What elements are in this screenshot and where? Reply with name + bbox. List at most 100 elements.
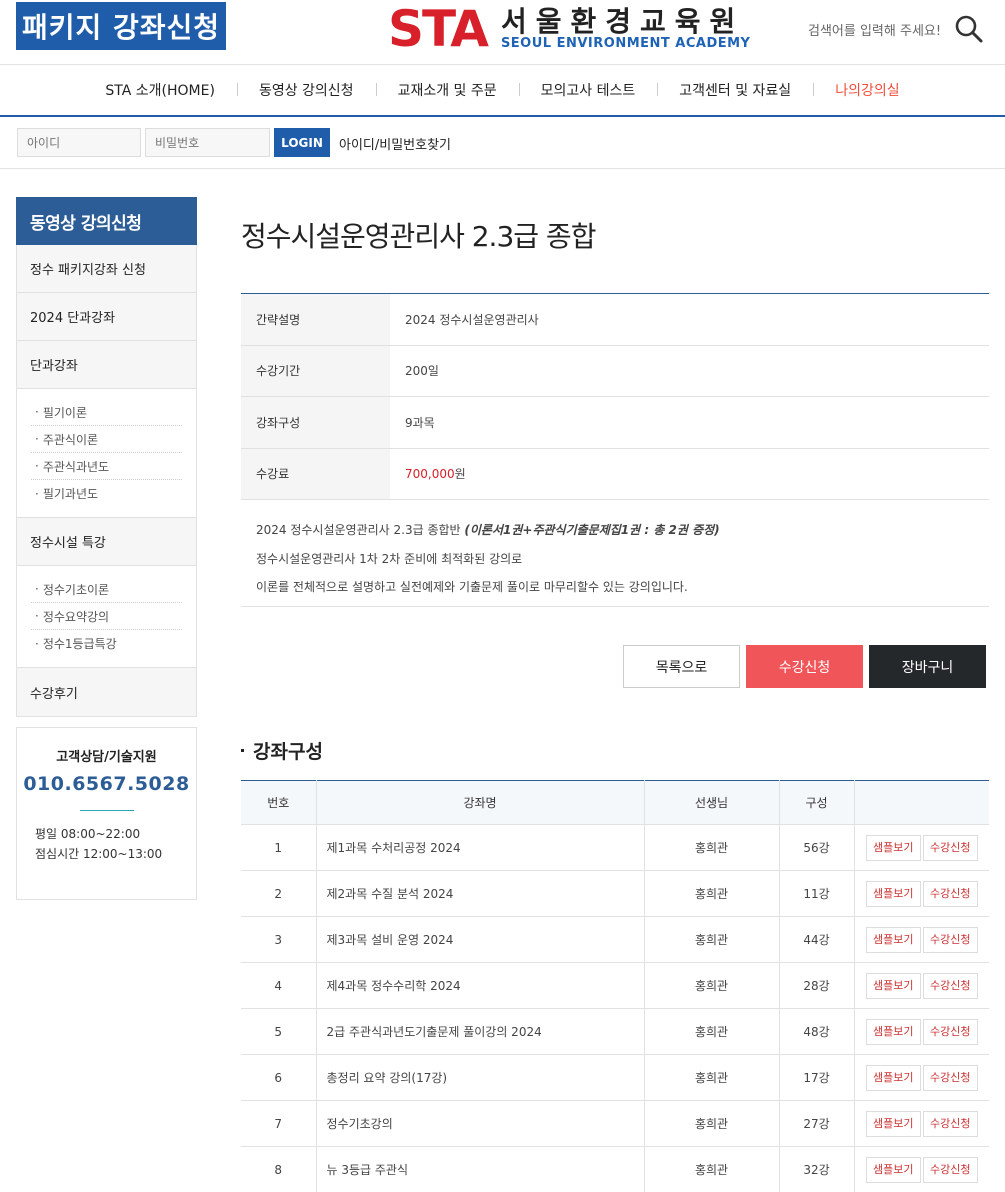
course-no: 7 [241, 1100, 316, 1147]
logo-korean-name: 서울환경교육원 [500, 5, 745, 38]
site-logo[interactable]: STA 서울환경교육원 SEOUL ENVIRONMENT ACADEMY [388, 4, 750, 54]
course-actions: 샘플보기 수강신청 [853, 916, 989, 963]
enroll-button[interactable]: 수강신청 [746, 645, 863, 688]
cs-weekday-hours: 평일 08:00~22:00 [35, 827, 141, 841]
course-actions: 샘플보기 수강신청 [853, 1146, 989, 1192]
table-row: 1 제1과목 수처리공정 2024 홍희관 56강 샘플보기 수강신청 [241, 824, 989, 871]
col-header-name: 강좌명 [315, 780, 644, 825]
sidebar-item-2024-single[interactable]: 2024 단과강좌 [17, 293, 196, 341]
logo-sta-mark: STA [388, 0, 489, 58]
sidebar-item-single-course[interactable]: 단과강좌 [17, 341, 196, 389]
nav-item-customer-center[interactable]: 고객센터 및 자료실 [657, 80, 813, 100]
sample-view-button[interactable]: 샘플보기 [865, 1064, 921, 1091]
nav-item-home[interactable]: STA 소개(HOME) [83, 80, 237, 100]
sample-view-button[interactable]: 샘플보기 [865, 880, 921, 907]
info-value: 9과목 [405, 415, 435, 430]
info-label: 간략설명 [241, 294, 390, 345]
info-row: 강좌구성 9과목 [241, 397, 989, 449]
main-content: 정수시설운영관리사 2.3급 종합 간략설명 2024 정수시설운영관리사 수강… [241, 197, 989, 1192]
course-enroll-button[interactable]: 수강신청 [922, 972, 978, 999]
cs-title: 고객상담/기술지원 [56, 750, 157, 765]
course-no: 4 [241, 962, 316, 1009]
sidebar-item-package[interactable]: 정수 패키지강좌 신청 [17, 245, 196, 293]
course-teacher: 홍희관 [643, 962, 779, 1009]
course-teacher: 홍희관 [643, 824, 779, 871]
course-enroll-button[interactable]: 수강신청 [922, 1156, 978, 1183]
sidebar-subitem[interactable]: 주관식이론 [31, 426, 182, 453]
search-input[interactable]: 검색어를 입력해 주세요! [808, 20, 941, 39]
sample-view-button[interactable]: 샘플보기 [865, 972, 921, 999]
course-teacher: 홍희관 [643, 1008, 779, 1055]
sidebar-subitem[interactable]: 정수요약강의 [31, 603, 182, 630]
course-enroll-button[interactable]: 수강신청 [922, 834, 978, 861]
nav-item-video-course[interactable]: 동영상 강의신청 [236, 80, 376, 100]
package-course-button[interactable]: 패키지 강좌신청 [16, 2, 226, 50]
course-count: 28강 [778, 962, 854, 1009]
course-enroll-button[interactable]: 수강신청 [922, 1110, 978, 1137]
course-count: 32강 [778, 1146, 854, 1192]
sidebar-item-review[interactable]: 수강후기 [17, 668, 196, 716]
course-actions: 샘플보기 수강신청 [853, 1054, 989, 1101]
customer-support-box: 고객상담/기술지원 010.6567.5028 평일 08:00~22:00 점… [16, 727, 197, 900]
course-teacher: 홍희관 [643, 870, 779, 917]
table-row: 6 총정리 요약 강의(17강) 홍희관 17강 샘플보기 수강신청 [241, 1054, 989, 1101]
table-row: 8뉴 3등급 주관식 홍희관 32강 샘플보기 수강신청 [241, 1146, 989, 1192]
col-header-no: 번호 [241, 780, 316, 825]
course-name: 제1과목 수처리공정 2024 [315, 824, 644, 871]
price-unit: 원 [454, 467, 466, 482]
info-value: 2024 정수시설운영관리사 [405, 312, 539, 327]
table-row: 5 2급 주관식과년도기출문제 풀이강의 2024 홍희관 48강 샘플보기 수강신청 [241, 1008, 989, 1055]
sample-view-button[interactable]: 샘플보기 [865, 1018, 921, 1045]
course-no: 3 [241, 916, 316, 963]
table-row: 7 정수기초강의 홍희관 27강 샘플보기 수강신청 [241, 1100, 989, 1147]
nav-item-textbook[interactable]: 교재소개 및 주문 [375, 80, 519, 100]
sidebar-subitem[interactable]: 정수기초이론 [31, 576, 182, 603]
main-nav: STA 소개(HOME) 동영상 강의신청 교재소개 및 주문 모의고사 테스트… [0, 65, 1005, 117]
info-row: 간략설명 2024 정수시설운영관리사 [241, 294, 989, 346]
sidebar-title: 동영상 강의신청 [16, 197, 197, 245]
login-button[interactable]: LOGIN [274, 128, 330, 157]
nav-item-mock-test[interactable]: 모의고사 테스트 [518, 80, 658, 100]
course-enroll-button[interactable]: 수강신청 [922, 1018, 978, 1045]
sample-view-button[interactable]: 샘플보기 [865, 1110, 921, 1137]
password-input[interactable] [145, 128, 270, 157]
desc-line: 정수시설운영관리사 1차 2차 준비에 최적화된 강의로 [256, 551, 523, 566]
course-name: 제4과목 정수수리학 2024 [315, 962, 644, 1009]
course-count: 56강 [778, 824, 854, 871]
course-count: 48강 [778, 1008, 854, 1055]
find-account-link[interactable]: 아이디/비밀번호찾기 [339, 134, 451, 153]
course-name: 뉴 3등급 주관식 [315, 1146, 644, 1192]
course-enroll-button[interactable]: 수강신청 [922, 1064, 978, 1091]
sidebar-item-special[interactable]: 정수시설 특강 [17, 518, 196, 566]
course-enroll-button[interactable]: 수강신청 [922, 926, 978, 953]
col-header-teacher: 선생님 [643, 780, 779, 825]
course-name: 정수기초강의 [315, 1100, 644, 1147]
search-icon[interactable] [954, 14, 984, 44]
sidebar-subitem[interactable]: 필기과년도 [31, 480, 182, 507]
logo-english-name: SEOUL ENVIRONMENT ACADEMY [500, 36, 751, 51]
sample-view-button[interactable]: 샘플보기 [865, 1156, 921, 1183]
id-input[interactable] [17, 128, 141, 157]
course-info-table: 간략설명 2024 정수시설운영관리사 수강기간 200일 강좌구성 9과목 수… [241, 293, 989, 500]
nav-item-my-classroom[interactable]: 나의강의실 [813, 80, 921, 100]
info-label: 강좌구성 [241, 397, 390, 448]
action-buttons: 목록으로 수강신청 장바구니 [623, 645, 986, 688]
sidebar-subitem[interactable]: 정수1등급특강 [31, 630, 182, 657]
login-bar: LOGIN 아이디/비밀번호찾기 [0, 117, 1005, 169]
course-count: 27강 [778, 1100, 854, 1147]
sidebar-submenu-single: 필기이론 주관식이론 주관식과년도 필기과년도 [17, 389, 196, 518]
course-enroll-button[interactable]: 수강신청 [922, 880, 978, 907]
course-name: 2급 주관식과년도기출문제 풀이강의 2024 [315, 1008, 644, 1055]
course-actions: 샘플보기 수강신청 [853, 824, 989, 871]
back-to-list-button[interactable]: 목록으로 [623, 645, 740, 688]
course-name: 제2과목 수질 분석 2024 [315, 870, 644, 917]
price-amount: 700,000 [405, 466, 455, 481]
price-value: 700,000 원 [390, 449, 466, 500]
sidebar-subitem[interactable]: 주관식과년도 [31, 453, 182, 480]
info-value: 200일 [405, 364, 439, 379]
course-count: 44강 [778, 916, 854, 963]
add-to-cart-button[interactable]: 장바구니 [869, 645, 986, 688]
sample-view-button[interactable]: 샘플보기 [865, 926, 921, 953]
sample-view-button[interactable]: 샘플보기 [865, 834, 921, 861]
sidebar-subitem[interactable]: 필기이론 [31, 399, 182, 426]
